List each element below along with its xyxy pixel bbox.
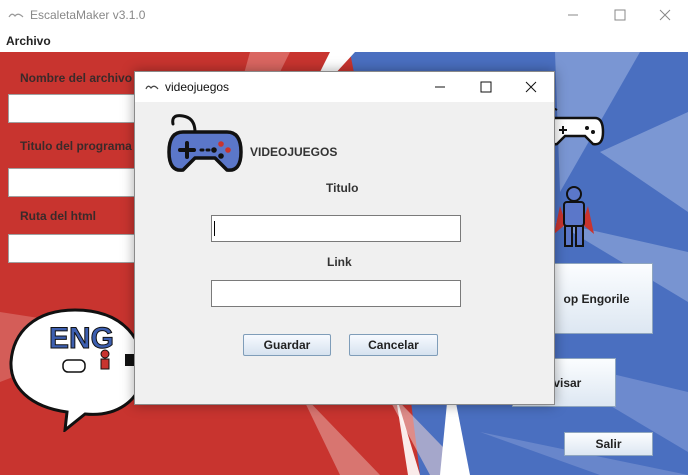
title-label: Titulo (326, 181, 359, 195)
dialog-close-button[interactable] (509, 72, 553, 102)
title-input[interactable] (211, 215, 461, 242)
dialog-title: videojuegos (165, 80, 230, 94)
close-icon (659, 9, 671, 21)
program-title-field[interactable] (8, 168, 148, 197)
superhero-icon (554, 186, 594, 247)
videojuegos-dialog: videojuegos VIDEOJUEGOS Titulo Link Guar… (134, 71, 555, 405)
main-titlebar: EscaletaMaker v3.1.0 (0, 0, 688, 30)
window-title: EscaletaMaker v3.1.0 (30, 8, 146, 22)
exit-button[interactable]: Salir (564, 432, 653, 456)
dialog-titlebar: videojuegos (135, 72, 554, 102)
program-title-label: Titulo del programa (20, 139, 132, 153)
html-path-field[interactable] (8, 234, 148, 263)
dialog-minimize-button[interactable] (418, 72, 462, 102)
dialog-maximize-button[interactable] (464, 72, 508, 102)
engorile-logo: ENG (9, 308, 145, 432)
figure-small-icon (100, 349, 110, 370)
maximize-icon (480, 81, 492, 93)
gamepad-icon (167, 114, 243, 172)
dialog-heading: VIDEOJUEGOS (250, 145, 338, 159)
menu-bar: Archivo (0, 30, 688, 52)
minimize-icon (435, 86, 445, 88)
minimize-icon (568, 14, 578, 16)
menu-archivo[interactable]: Archivo (6, 34, 51, 48)
text-cursor (214, 221, 215, 236)
maximize-icon (614, 9, 626, 21)
gamepad-small-icon (62, 359, 86, 373)
html-path-label: Ruta del html (20, 209, 97, 223)
minimize-button[interactable] (550, 0, 596, 30)
close-button[interactable] (642, 0, 688, 30)
java-app-icon (145, 85, 159, 90)
maximize-button[interactable] (597, 0, 643, 30)
cancel-button[interactable]: Cancelar (349, 334, 438, 356)
close-icon (525, 81, 537, 93)
link-input[interactable] (211, 280, 461, 307)
file-name-field[interactable] (8, 94, 148, 123)
save-button[interactable]: Guardar (243, 334, 331, 356)
java-app-icon (8, 13, 24, 18)
link-label: Link (327, 255, 352, 269)
engorile-button[interactable]: op Engorile (540, 263, 653, 334)
file-name-label: Nombre del archivo (20, 71, 133, 85)
